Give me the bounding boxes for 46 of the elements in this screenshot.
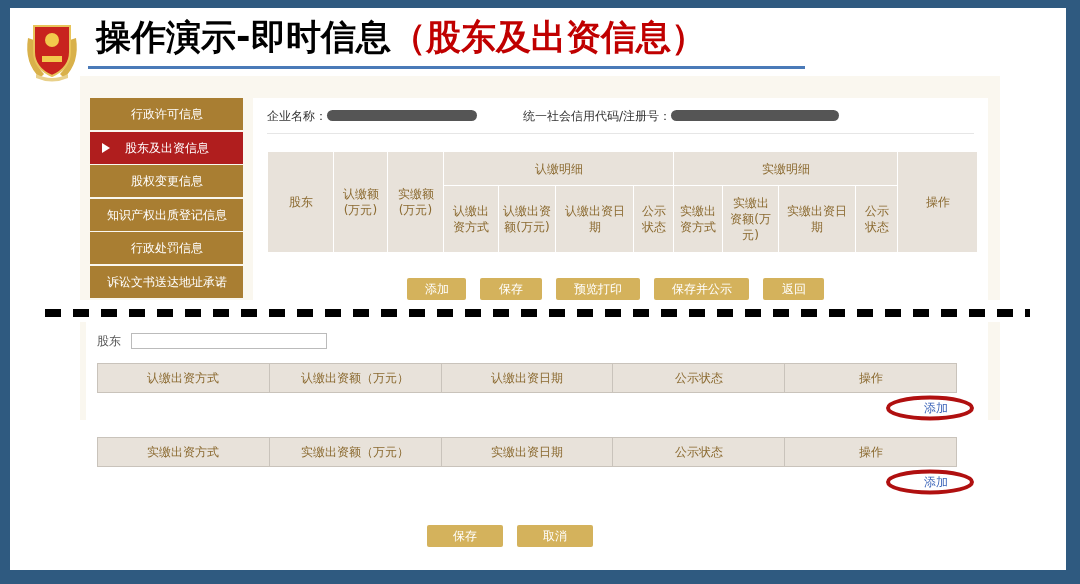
column-header: 公示状态 [612, 438, 785, 466]
sidebar-item[interactable]: 行政处罚信息 [90, 232, 243, 264]
add-link[interactable]: 添加 [924, 399, 948, 417]
column-header: 认缴明细 [443, 151, 674, 186]
column-header: 认缴出资方式 [443, 185, 499, 253]
column-header: 认缴出资日期 [440, 364, 613, 392]
action-button[interactable]: 保存 [480, 278, 542, 300]
column-header: 实缴出资额(万元) [722, 185, 779, 253]
column-header: 认缴出资日期 [555, 185, 634, 253]
action-button[interactable]: 预览打印 [556, 278, 640, 300]
sidebar-item[interactable]: 诉讼文书送达地址承诺 [90, 265, 243, 298]
shareholder-input[interactable] [131, 333, 327, 349]
column-header: 实缴明细 [673, 151, 898, 186]
sidebar-item[interactable]: 股东及出资信息 [90, 131, 243, 164]
column-header: 认缴出资方式 [146, 370, 221, 387]
column-header: 实缴出资日期 [440, 438, 613, 466]
field-label: 企业名称： [267, 107, 327, 125]
column-header: 实缴出资方式 [673, 185, 723, 253]
column-header: 公示状态 [855, 185, 898, 253]
action-button[interactable]: 保存 [426, 525, 503, 547]
column-header: 认缴出资额（万元） [268, 364, 441, 392]
slide-title: 操作演示-即时信息 [96, 20, 391, 55]
slide-title-highlight: （股东及出资信息） [390, 20, 706, 55]
action-button[interactable]: 保存并公示 [654, 278, 749, 300]
action-button[interactable]: 取消 [516, 525, 593, 547]
column-header: 认缴额(万元) [333, 151, 388, 253]
column-header: 股东 [267, 151, 334, 253]
column-header: 认缴出资额(万元) [498, 185, 556, 253]
action-button[interactable]: 返回 [763, 278, 824, 300]
action-button[interactable]: 添加 [407, 278, 466, 300]
column-header: 实缴出资日期 [778, 185, 856, 253]
sidebar-item[interactable]: 知识产权出质登记信息 [90, 198, 243, 231]
column-header: 实缴出资方式 [146, 444, 221, 461]
column-header: 操作 [897, 151, 978, 253]
sidebar-item[interactable]: 股权变更信息 [90, 165, 243, 197]
column-header: 公示状态 [633, 185, 674, 253]
column-header: 公示状态 [612, 364, 785, 392]
column-header: 操作 [784, 438, 956, 466]
field-label: 股东 [97, 333, 121, 350]
column-header: 操作 [784, 364, 956, 392]
column-header: 实缴额(万元) [387, 151, 444, 253]
add-link[interactable]: 添加 [924, 473, 948, 491]
sidebar-item[interactable]: 行政许可信息 [90, 98, 243, 130]
play-icon [102, 142, 110, 153]
field-label: 统一社会信用代码/注册号： [523, 107, 672, 125]
column-header: 实缴出资额（万元） [268, 438, 441, 466]
